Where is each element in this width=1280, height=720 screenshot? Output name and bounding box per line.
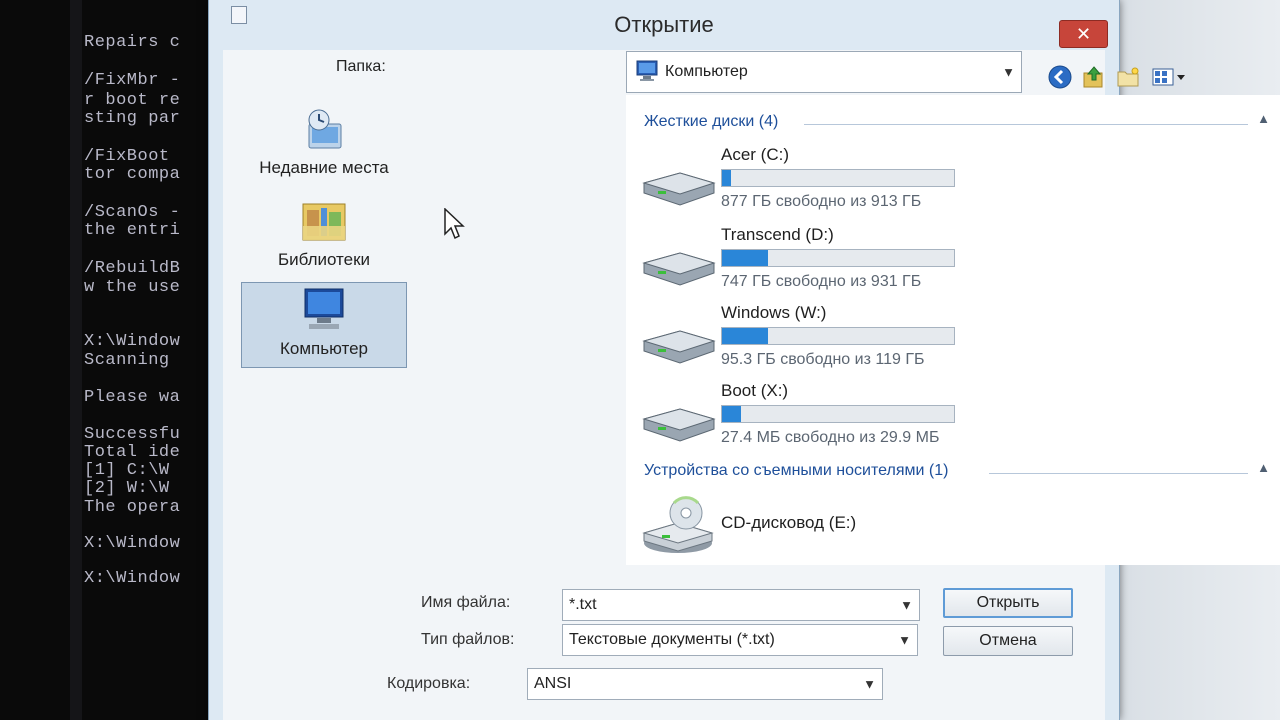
console-line: The opera	[84, 499, 181, 517]
group-header-hard-drives[interactable]: Жесткие диски (4) ▲	[644, 111, 1270, 133]
title-bar[interactable]: Открытие ✕	[209, 0, 1119, 48]
drive-usage-fill	[722, 328, 769, 344]
drive-free-space: 747 ГБ свободно из 931 ГБ	[721, 273, 922, 290]
file-list-area: Жесткие диски (4) ▲ Acer (C:) 877 ГБ своб…	[626, 95, 1280, 565]
folder-select-value: Компьютер	[665, 63, 748, 80]
screen-bezel	[70, 0, 82, 720]
recent-places-icon	[299, 104, 349, 159]
console-line: Please wa	[84, 389, 181, 407]
mouse-cursor-icon	[444, 207, 466, 245]
group-title-hard-drives: Жесткие диски (4)	[644, 113, 779, 130]
group-divider	[804, 124, 1248, 125]
back-icon[interactable]	[1047, 64, 1073, 90]
drive-name: Acer (C:)	[721, 145, 789, 164]
console-line: tor compa	[84, 166, 181, 184]
drive-item[interactable]: Windows (W:) 95.3 ГБ свободно из 119 ГБ	[636, 303, 966, 379]
view-menu-icon[interactable]	[1151, 64, 1187, 90]
console-line: Repairs c	[84, 34, 181, 52]
console-line: X:\Window	[84, 570, 181, 588]
console-line: /FixBoot	[84, 148, 170, 166]
nav-item-computer[interactable]: Компьютер	[241, 282, 407, 368]
nav-label-computer: Компьютер	[280, 339, 368, 358]
cancel-button[interactable]: Отмена	[943, 626, 1073, 656]
chevron-down-icon: ▼	[1002, 64, 1015, 80]
chevron-down-icon: ▼	[898, 632, 911, 648]
folder-select[interactable]: Компьютер ▼	[626, 51, 1022, 93]
chevron-down-icon[interactable]: ▼	[900, 598, 913, 613]
cd-drive-icon	[640, 495, 716, 562]
drive-name: Transcend (D:)	[721, 225, 834, 244]
navigation-pane: Недавние места Библиотеки Компьютер	[223, 95, 619, 565]
filename-input[interactable]: *.txt ▼	[562, 589, 920, 621]
open-button[interactable]: Открыть	[943, 588, 1073, 618]
nav-label-libraries: Библиотеки	[277, 250, 371, 269]
console-line: Total ide	[84, 444, 181, 462]
console-line: the entri	[84, 222, 181, 240]
group-divider	[989, 473, 1248, 474]
drive-item-cd[interactable]: CD-дисковод (E:)	[636, 495, 966, 571]
computer-icon	[635, 60, 659, 87]
console-line: /RebuildB	[84, 260, 181, 278]
group-header-removable[interactable]: Устройства со съемными носителями (1) ▲	[644, 460, 1270, 482]
drive-name: CD-дисковод (E:)	[721, 513, 857, 532]
filetype-value: Текстовые документы (*.txt)	[569, 631, 775, 648]
console-line: /FixMbr -	[84, 72, 181, 90]
collapse-caret-icon[interactable]: ▲	[1257, 111, 1270, 126]
group-title-removable: Устройства со съемными носителями (1)	[644, 462, 949, 479]
console-line: Scanning	[84, 352, 170, 370]
console-line: Successfu	[84, 426, 181, 444]
console-line: X:\Window	[84, 535, 181, 553]
encoding-select[interactable]: ANSI ▼	[527, 668, 883, 700]
close-button[interactable]: ✕	[1059, 20, 1108, 48]
filename-value: *.txt	[569, 596, 597, 613]
hard-drive-icon	[640, 245, 716, 294]
computer-icon	[297, 287, 351, 338]
console-line: /ScanOs -	[84, 204, 181, 222]
console-line: [1] C:\W	[84, 462, 170, 480]
console-line: [2] W:\W	[84, 480, 170, 498]
folder-label: Папка:	[336, 58, 386, 75]
drive-usage-bar	[721, 169, 955, 187]
console-line: sting par	[84, 110, 181, 128]
nav-item-libraries[interactable]: Библиотеки	[241, 192, 407, 278]
drive-item[interactable]: Transcend (D:) 747 ГБ свободно из 931 ГБ	[636, 225, 966, 301]
drive-item[interactable]: Acer (C:) 877 ГБ свободно из 913 ГБ	[636, 145, 966, 221]
filename-label: Имя файла:	[421, 594, 511, 611]
filetype-label: Тип файлов:	[421, 631, 515, 648]
hard-drive-icon	[640, 165, 716, 214]
collapse-caret-icon[interactable]: ▲	[1257, 460, 1270, 475]
nav-item-recent-places[interactable]: Недавние места	[241, 100, 407, 186]
nav-label-recent-places: Недавние места	[259, 158, 389, 177]
console-window: Repairs c/FixMbr - r boot re sting par/Fix…	[0, 0, 215, 720]
drive-free-space: 877 ГБ свободно из 913 ГБ	[721, 193, 922, 210]
drive-name: Windows (W:)	[721, 303, 827, 322]
drive-usage-fill	[722, 406, 741, 422]
drive-name: Boot (X:)	[721, 381, 789, 400]
libraries-icon	[297, 196, 351, 251]
up-folder-icon[interactable]	[1081, 64, 1107, 90]
encoding-value: ANSI	[534, 675, 572, 692]
console-line: r boot re	[84, 92, 181, 110]
hard-drive-icon	[640, 401, 716, 450]
drive-usage-bar	[721, 249, 955, 267]
new-folder-icon[interactable]	[1115, 64, 1141, 90]
console-line: X:\Window	[84, 333, 181, 351]
console-line: w the use	[84, 279, 181, 297]
drive-usage-fill	[722, 170, 732, 186]
drive-free-space: 27.4 МБ свободно из 29.9 МБ	[721, 429, 940, 446]
drive-usage-bar	[721, 327, 955, 345]
open-file-dialog: Открытие ✕ Папка: Компьютер ▼ Недавние м…	[208, 0, 1280, 720]
drive-item[interactable]: Boot (X:) 27.4 МБ свободно из 29.9 МБ	[636, 381, 966, 457]
filetype-select[interactable]: Текстовые документы (*.txt) ▼	[562, 624, 918, 656]
hard-drive-icon	[640, 323, 716, 372]
drive-usage-bar	[721, 405, 955, 423]
encoding-label: Кодировка:	[387, 675, 471, 692]
chevron-down-icon: ▼	[863, 676, 876, 692]
drive-usage-fill	[722, 250, 769, 266]
drive-free-space: 95.3 ГБ свободно из 119 ГБ	[721, 351, 925, 368]
dialog-title: Открытие	[614, 12, 714, 37]
